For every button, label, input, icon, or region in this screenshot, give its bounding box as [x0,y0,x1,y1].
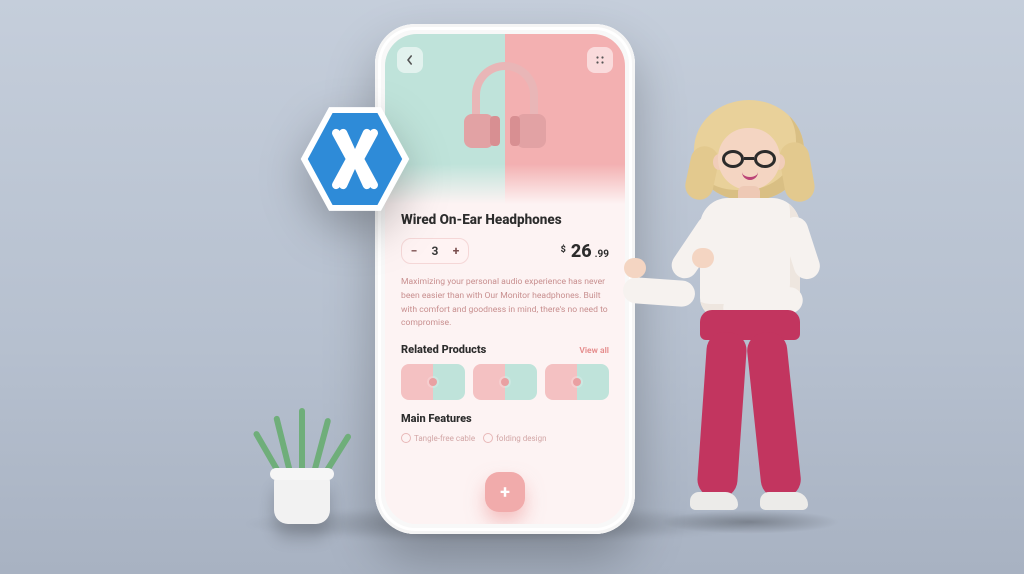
product-description: Maximizing your personal audio experienc… [401,276,609,331]
related-product-card[interactable] [545,364,609,400]
chevron-left-icon [405,55,415,65]
back-button[interactable] [397,47,423,73]
related-product-card[interactable] [401,364,465,400]
product-thumb-icon [501,378,509,386]
potted-plant [262,394,342,524]
plus-icon: + [500,482,510,503]
features-heading: Main Features [401,412,472,425]
related-header: Related Products View all [401,343,609,356]
price-currency: $ [561,245,566,255]
xamarin-logo-icon [296,100,414,218]
product-thumb-icon [429,378,437,386]
feature-label: folding design [496,434,546,443]
product-title: Wired On-Ear Headphones [401,212,609,228]
product-hero [385,34,625,204]
qty-value: 3 [426,244,444,258]
check-icon [483,433,493,443]
presenter-character [630,100,860,530]
feature-label: Tangle-free cable [414,434,475,443]
product-thumb-icon [573,378,581,386]
quantity-stepper[interactable]: − 3 + [401,238,469,264]
promo-scene: Wired On-Ear Headphones − 3 + $ 26 .99 M… [0,0,1024,574]
hero-fade [385,164,625,204]
app-screen: Wired On-Ear Headphones − 3 + $ 26 .99 M… [385,34,625,524]
add-to-cart-fab[interactable]: + [485,472,525,512]
xamarin-badge [296,100,414,218]
feature-item: folding design [483,433,546,443]
related-product-card[interactable] [473,364,537,400]
qty-price-row: − 3 + $ 26 .99 [401,238,609,264]
product-price: $ 26 .99 [561,241,609,262]
check-icon [401,433,411,443]
features-row: Tangle-free cable folding design [401,433,609,443]
price-fraction: .99 [595,249,609,260]
qty-decrement-button[interactable]: − [402,239,426,263]
grid-menu-icon [595,55,605,65]
headphones-illustration [460,56,550,156]
qty-increment-button[interactable]: + [444,239,468,263]
product-content: Wired On-Ear Headphones − 3 + $ 26 .99 M… [385,204,625,524]
related-heading: Related Products [401,343,486,356]
plant-pot [274,474,330,524]
related-products-row [401,364,609,400]
phone-mockup: Wired On-Ear Headphones − 3 + $ 26 .99 M… [375,24,635,534]
features-header: Main Features [401,412,609,425]
related-view-all-link[interactable]: View all [579,346,609,356]
feature-item: Tangle-free cable [401,433,475,443]
menu-button[interactable] [587,47,613,73]
price-whole: 26 [571,241,592,262]
